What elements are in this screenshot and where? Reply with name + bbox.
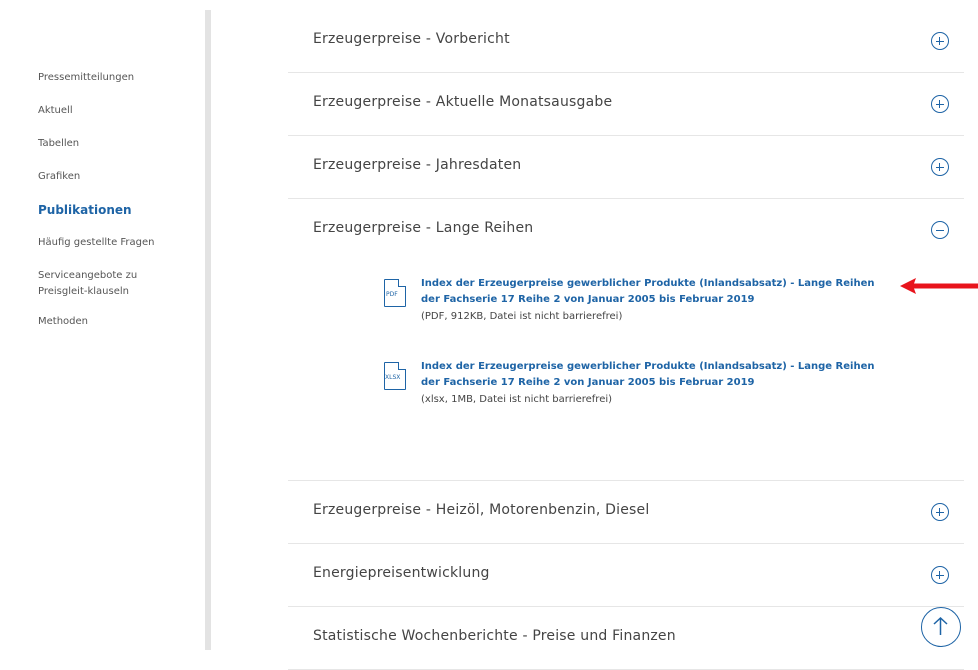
sidebar-divider xyxy=(205,10,211,650)
accordion-panel-lange-reihen: PDF Index der Erzeugerpreise gewerbliche… xyxy=(288,261,964,481)
accordion-title: Erzeugerpreise - Aktuelle Monatsausgabe xyxy=(313,94,613,110)
accordion-title: Erzeugerpreise - Lange Reihen xyxy=(313,220,534,236)
red-arrow-annotation xyxy=(900,278,978,294)
sidebar: Pressemitteilungen Aktuell Tabellen Graf… xyxy=(0,0,205,650)
pdf-file-icon: PDF xyxy=(384,279,406,307)
xlsx-file-icon: XLSX xyxy=(384,362,406,390)
sidebar-item-methoden[interactable]: Methoden xyxy=(38,314,203,330)
sidebar-item-aktuell[interactable]: Aktuell xyxy=(38,103,203,119)
download-link-xlsx[interactable]: Index der Erzeugerpreise gewerblicher Pr… xyxy=(421,359,901,391)
plus-circle-icon[interactable] xyxy=(931,95,949,113)
sidebar-item-pressemitteilungen[interactable]: Pressemitteilungen xyxy=(38,70,203,86)
file-meta: (PDF, 912KB, Datei ist nicht barrierefre… xyxy=(421,311,623,322)
accordion-item-lange-reihen[interactable]: Erzeugerpreise - Lange Reihen xyxy=(288,199,964,261)
link-line: Index der Erzeugerpreise gewerblicher Pr… xyxy=(421,278,875,289)
accordion-title: Erzeugerpreise - Vorbericht xyxy=(313,31,510,47)
plus-circle-icon[interactable] xyxy=(931,158,949,176)
back-to-top-button[interactable] xyxy=(921,607,961,647)
minus-circle-icon[interactable] xyxy=(931,221,949,239)
sidebar-item-grafiken[interactable]: Grafiken xyxy=(38,169,203,185)
arrow-up-circle-icon xyxy=(933,616,948,635)
plus-circle-icon[interactable] xyxy=(931,503,949,521)
sidebar-item-haeufig-gestellte-fragen[interactable]: Häufig gestellte Fragen xyxy=(38,235,203,251)
accordion-item-aktuelle-monatsausgabe[interactable]: Erzeugerpreise - Aktuelle Monatsausgabe xyxy=(288,73,964,136)
accordion-item-heizoel[interactable]: Erzeugerpreise - Heizöl, Motorenbenzin, … xyxy=(288,481,964,544)
main-content: Erzeugerpreise - Vorbericht Erzeugerprei… xyxy=(288,10,978,670)
file-meta: (xlsx, 1MB, Datei ist nicht barrierefrei… xyxy=(421,394,613,405)
sidebar-item-tabellen[interactable]: Tabellen xyxy=(38,136,203,152)
sidebar-item-serviceangebote[interactable]: Serviceangebote zu Preisgleit-klauseln xyxy=(38,268,168,300)
accordion-title: Statistische Wochenberichte - Preise und… xyxy=(313,628,676,644)
accordion-item-energiepreisentwicklung[interactable]: Energiepreisentwicklung xyxy=(288,544,964,607)
plus-circle-icon[interactable] xyxy=(931,566,949,584)
accordion-item-vorbericht[interactable]: Erzeugerpreise - Vorbericht xyxy=(288,10,964,73)
link-line: der Fachserie 17 Reihe 2 von Januar 2005… xyxy=(421,377,755,388)
accordion-item-wochenberichte[interactable]: Statistische Wochenberichte - Preise und… xyxy=(288,607,964,670)
accordion-item-jahresdaten[interactable]: Erzeugerpreise - Jahresdaten xyxy=(288,136,964,199)
plus-circle-icon[interactable] xyxy=(931,32,949,50)
link-line: der Fachserie 17 Reihe 2 von Januar 2005… xyxy=(421,294,755,305)
sidebar-item-publikationen[interactable]: Publikationen xyxy=(38,202,203,218)
download-link-pdf[interactable]: Index der Erzeugerpreise gewerblicher Pr… xyxy=(421,276,901,308)
sidebar-nav: Pressemitteilungen Aktuell Tabellen Graf… xyxy=(38,70,203,347)
accordion-title: Erzeugerpreise - Jahresdaten xyxy=(313,157,522,173)
link-line: Index der Erzeugerpreise gewerblicher Pr… xyxy=(421,361,875,372)
accordion-title: Energiepreisentwicklung xyxy=(313,565,490,581)
accordion-title: Erzeugerpreise - Heizöl, Motorenbenzin, … xyxy=(313,502,650,518)
